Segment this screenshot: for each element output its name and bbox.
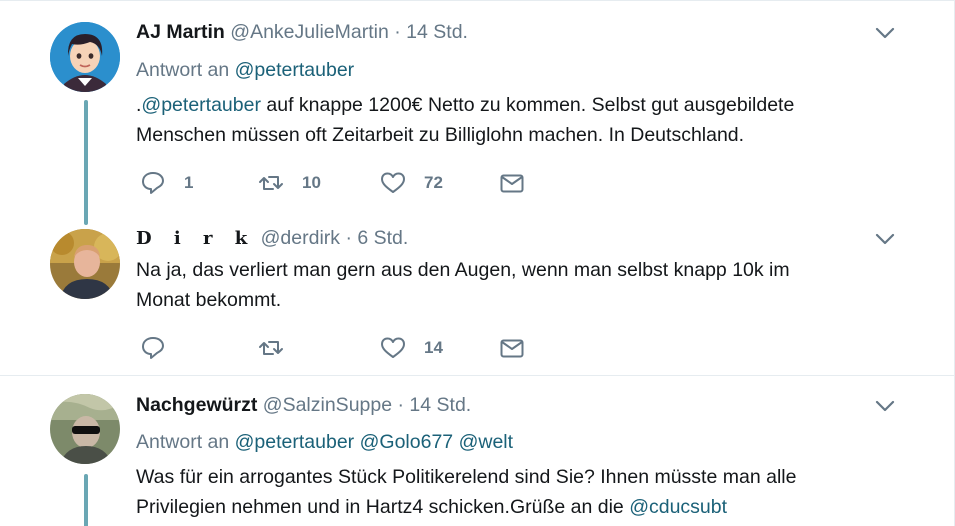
- avatar[interactable]: [50, 22, 120, 92]
- retweet-button[interactable]: 10: [258, 168, 321, 198]
- timestamp[interactable]: 14 Std.: [406, 21, 468, 43]
- thread-line: [84, 100, 88, 225]
- direct-message-button[interactable]: [499, 168, 525, 198]
- retweet-icon: [259, 176, 283, 190]
- reply-count: 1: [184, 173, 194, 192]
- mention-link[interactable]: @Golo677: [360, 431, 454, 453]
- like-count: 14: [424, 338, 443, 357]
- username[interactable]: @SalzinSuppe: [263, 394, 392, 416]
- reply-icon: [142, 172, 164, 194]
- separator-dot: ·: [345, 227, 352, 249]
- thread-line: [84, 474, 88, 526]
- tweet-text: Na ja, das verliert man gern aus den Aug…: [136, 255, 896, 315]
- reply-prefix: Antwort an: [136, 59, 230, 81]
- avatar-photo-image: [50, 229, 120, 299]
- tweet-text: Was für ein arrogantes Stück Politikerel…: [136, 462, 896, 522]
- mention-link[interactable]: @cducsubt: [629, 496, 727, 518]
- tweet-1[interactable]: AJ Martin @AnkeJulieMartin · 14 Std. Ant…: [0, 0, 954, 225]
- tweet-text-line: Privilegien nehmen und in Hartz4 schicke…: [136, 492, 896, 522]
- reply-context: Antwort an @petertauber @Golo677 @welt: [136, 431, 513, 454]
- reply-prefix: Antwort an: [136, 431, 230, 453]
- tweet-header: D i r k @derdirk · 6 Std.: [136, 227, 408, 250]
- fullname[interactable]: Nachgewürzt: [136, 394, 257, 416]
- text-rest: auf knappe 1200€ Netto zu kommen. Selbst…: [260, 94, 795, 116]
- like-count: 72: [424, 173, 443, 192]
- tweet-2[interactable]: D i r k @derdirk · 6 Std. Na ja, das ver…: [0, 215, 954, 375]
- username[interactable]: @derdirk: [261, 227, 340, 249]
- tweet-text-line: Na ja, das verliert man gern aus den Aug…: [136, 259, 790, 281]
- avatar[interactable]: [50, 229, 120, 299]
- tweet-text-line: Monat bekommt.: [136, 289, 282, 311]
- mention-link[interactable]: @welt: [459, 431, 513, 453]
- timestamp[interactable]: 14 Std.: [409, 394, 471, 416]
- fullname[interactable]: D i r k: [136, 228, 255, 249]
- reply-icon: [142, 337, 164, 359]
- reply-button[interactable]: [140, 333, 166, 363]
- avatar-cartoon-image: [50, 22, 120, 92]
- username[interactable]: @AnkeJulieMartin: [230, 21, 389, 43]
- reply-button[interactable]: 1: [140, 168, 193, 198]
- avatar[interactable]: [50, 394, 120, 464]
- envelope-icon: [500, 339, 524, 358]
- separator-dot: ·: [397, 394, 405, 416]
- tweet-text-line: .@petertauber auf knappe 1200€ Netto zu …: [136, 90, 896, 120]
- envelope-icon: [500, 174, 524, 193]
- fullname[interactable]: AJ Martin: [136, 21, 225, 43]
- direct-message-button[interactable]: [499, 333, 525, 363]
- text-prefix: Privilegien nehmen und in Hartz4 schicke…: [136, 496, 630, 518]
- retweet-count: 10: [302, 173, 321, 192]
- like-button[interactable]: 72: [380, 168, 443, 198]
- retweet-icon: [259, 341, 283, 355]
- reply-context: Antwort an @petertauber: [136, 59, 354, 82]
- heart-icon: [381, 337, 405, 358]
- separator-dot: ·: [394, 21, 401, 43]
- chevron-down-icon[interactable]: [873, 394, 897, 418]
- chevron-down-icon[interactable]: [873, 21, 897, 45]
- chevron-down-icon[interactable]: [873, 227, 897, 251]
- tweet-text-line: Was für ein arrogantes Stück Politikerel…: [136, 466, 797, 488]
- mention-link[interactable]: @petertauber: [141, 94, 261, 116]
- tweet-text: .@petertauber auf knappe 1200€ Netto zu …: [136, 90, 896, 150]
- mention-link[interactable]: @petertauber: [235, 431, 355, 453]
- like-button[interactable]: 14: [380, 333, 443, 363]
- heart-icon: [381, 172, 405, 193]
- mention-link[interactable]: @petertauber: [235, 59, 355, 81]
- tweet-header: AJ Martin @AnkeJulieMartin · 14 Std.: [136, 21, 468, 44]
- tweet-3[interactable]: Nachgewürzt @SalzinSuppe · 14 Std. Antwo…: [0, 376, 954, 526]
- avatar-photo-image: [50, 394, 120, 464]
- tweet-text-line: Menschen müssen oft Zeitarbeit zu Billig…: [136, 124, 745, 146]
- retweet-button[interactable]: [258, 333, 284, 363]
- timestamp[interactable]: 6 Std.: [357, 227, 408, 249]
- tweet-header: Nachgewürzt @SalzinSuppe · 14 Std.: [136, 394, 471, 417]
